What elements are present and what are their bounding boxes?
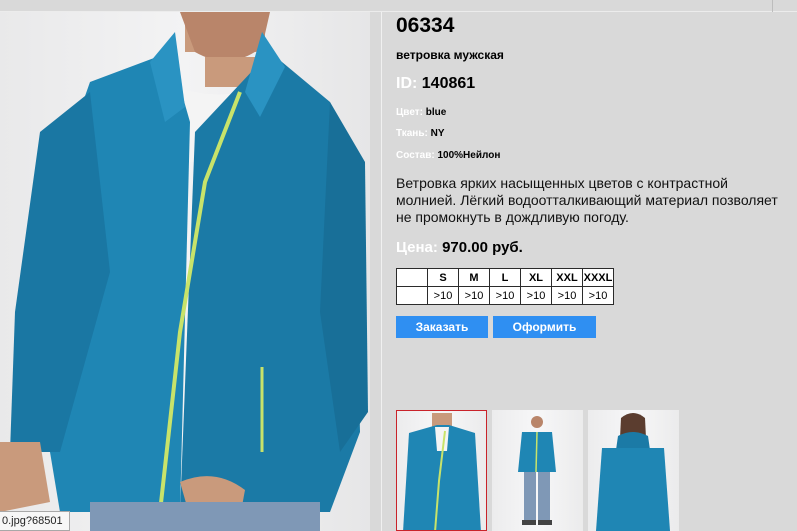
- product-id: ID: 140861: [396, 75, 475, 93]
- size-stock-cell: >10: [520, 286, 552, 305]
- id-label: ID:: [396, 75, 418, 92]
- thumbnail-full-body[interactable]: [492, 410, 583, 531]
- attr-color-value: blue: [425, 107, 447, 118]
- panel-divider: [381, 12, 382, 531]
- attr-composition-value: 100%Нейлон: [437, 150, 501, 161]
- price-label: Цена:: [396, 239, 438, 256]
- attr-composition-label: Состав:: [396, 150, 435, 161]
- window-edge: [772, 0, 773, 12]
- size-header-cell: [396, 268, 428, 287]
- product-price: Цена: 970.00 руб.: [396, 239, 523, 256]
- size-header-cell: XXXL: [582, 268, 614, 287]
- size-header-cell: XL: [520, 268, 552, 287]
- thumb-image-2: [518, 416, 556, 525]
- price-value: 970.00 руб.: [442, 239, 523, 256]
- attr-color: Цвет: blue: [396, 107, 446, 118]
- size-stock-cell: [396, 286, 428, 305]
- attr-fabric-value: NY: [430, 128, 445, 139]
- size-stock-cell: >10: [551, 286, 583, 305]
- attr-color-label: Цвет:: [396, 107, 423, 118]
- thumb-image-1: [403, 413, 481, 530]
- order-button[interactable]: Заказать: [396, 316, 488, 338]
- product-description: Ветровка ярких насыщенных цветов с контр…: [396, 175, 778, 225]
- size-header-cell: XXL: [551, 268, 583, 287]
- size-stock-cell: >10: [427, 286, 459, 305]
- size-header-row: S M L XL XXL XXXL: [396, 268, 614, 287]
- attr-fabric: Ткань: NY: [396, 128, 445, 139]
- product-subtitle: ветровка мужская: [396, 48, 504, 62]
- thumbnail-back-view[interactable]: [588, 410, 679, 531]
- size-table: S M L XL XXL XXXL >10 >10 >10 >10 >10 >1…: [396, 268, 614, 305]
- size-stock-cell: >10: [489, 286, 521, 305]
- attr-composition: Состав: 100%Нейлон: [396, 150, 500, 161]
- size-stock-row: >10 >10 >10 >10 >10 >10: [396, 286, 614, 305]
- thumb-image-3: [596, 413, 670, 531]
- size-header-cell: S: [427, 268, 459, 287]
- product-code: 06334: [396, 14, 455, 37]
- thumbnail-front-closeup[interactable]: [396, 410, 487, 531]
- attr-fabric-label: Ткань:: [396, 128, 428, 139]
- size-stock-cell: >10: [582, 286, 614, 305]
- id-value: 140861: [421, 75, 476, 92]
- jacket-illustration: [0, 12, 368, 531]
- main-product-photo[interactable]: [0, 12, 370, 531]
- size-header-cell: L: [489, 268, 521, 287]
- status-url: 0.jpg?68501: [0, 511, 70, 531]
- size-header-cell: M: [458, 268, 490, 287]
- checkout-button[interactable]: Оформить: [493, 316, 596, 338]
- size-stock-cell: >10: [458, 286, 490, 305]
